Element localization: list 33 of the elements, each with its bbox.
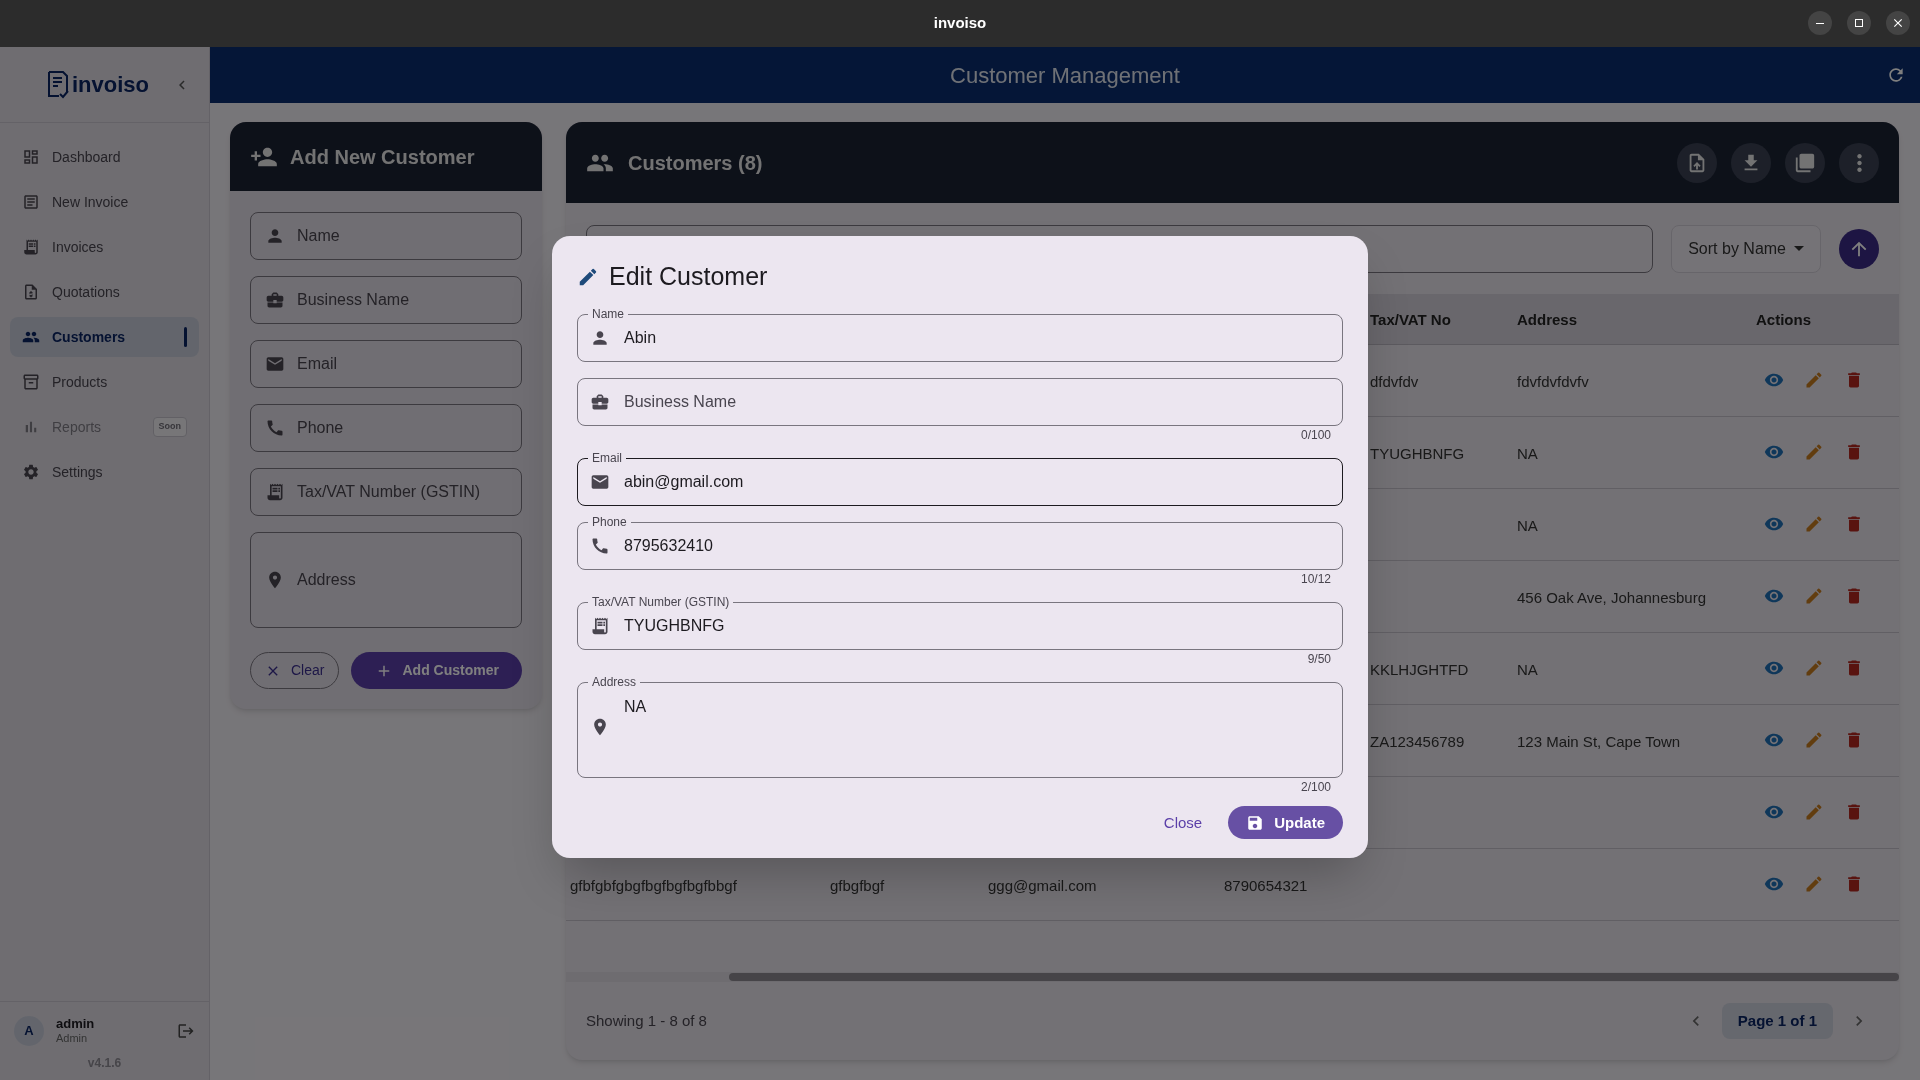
page-indicator: Page 1 of 1	[1721, 1003, 1833, 1039]
column-header: Actions	[1756, 310, 1811, 330]
page-title: Customer Management	[950, 61, 1180, 90]
table-cell-text: dfdvfdv	[1370, 372, 1419, 392]
character-counter: 2/100	[1300, 779, 1331, 794]
table-cell-text: ggg@gmail.com	[988, 876, 1097, 896]
character-counter: 0/100	[1300, 427, 1331, 442]
character-counter: 9/50	[1307, 651, 1331, 666]
table-cell-text: TYUGHBNFG	[1370, 444, 1465, 464]
card-title: Add New Customer	[290, 144, 475, 170]
table-cell-text: 8790654321	[1224, 876, 1308, 896]
dialog-title: Edit Customer	[609, 261, 768, 292]
table-cell-text: 456 Oak Ave, Johannesburg	[1517, 588, 1707, 608]
table-cell-text: gfbfgbfgbgfbgfbgfbgfbbgf	[570, 876, 737, 896]
table-cell-text: gfbgfbgf	[830, 876, 885, 896]
table-cell-text: fdvfdvfdvfv	[1517, 372, 1589, 392]
user-avatar: A	[14, 1016, 44, 1046]
user-role: Admin	[56, 1032, 89, 1046]
table-cell-text: ZA123456789	[1370, 732, 1465, 752]
column-header: Address	[1517, 310, 1578, 330]
pagination-summary: Showing 1 - 8 of 8	[586, 1010, 708, 1031]
soon-badge: Soon	[152, 417, 187, 437]
table-cell-text: 123 Main St, Cape Town	[1517, 732, 1681, 752]
window-title: invoiso	[933, 13, 987, 34]
card-title: Customers (8)	[628, 150, 764, 176]
table-cell-text: NA	[1517, 516, 1538, 536]
column-header: Tax/VAT No	[1370, 310, 1451, 330]
user-name: admin	[56, 1016, 96, 1033]
table-cell-text: NA	[1517, 660, 1538, 680]
character-counter: 10/12	[1300, 571, 1331, 586]
logo-text: invoiso	[72, 71, 149, 99]
table-cell-text: KKLHJGHTFD	[1370, 660, 1469, 680]
table-cell-text: NA	[1517, 444, 1538, 464]
